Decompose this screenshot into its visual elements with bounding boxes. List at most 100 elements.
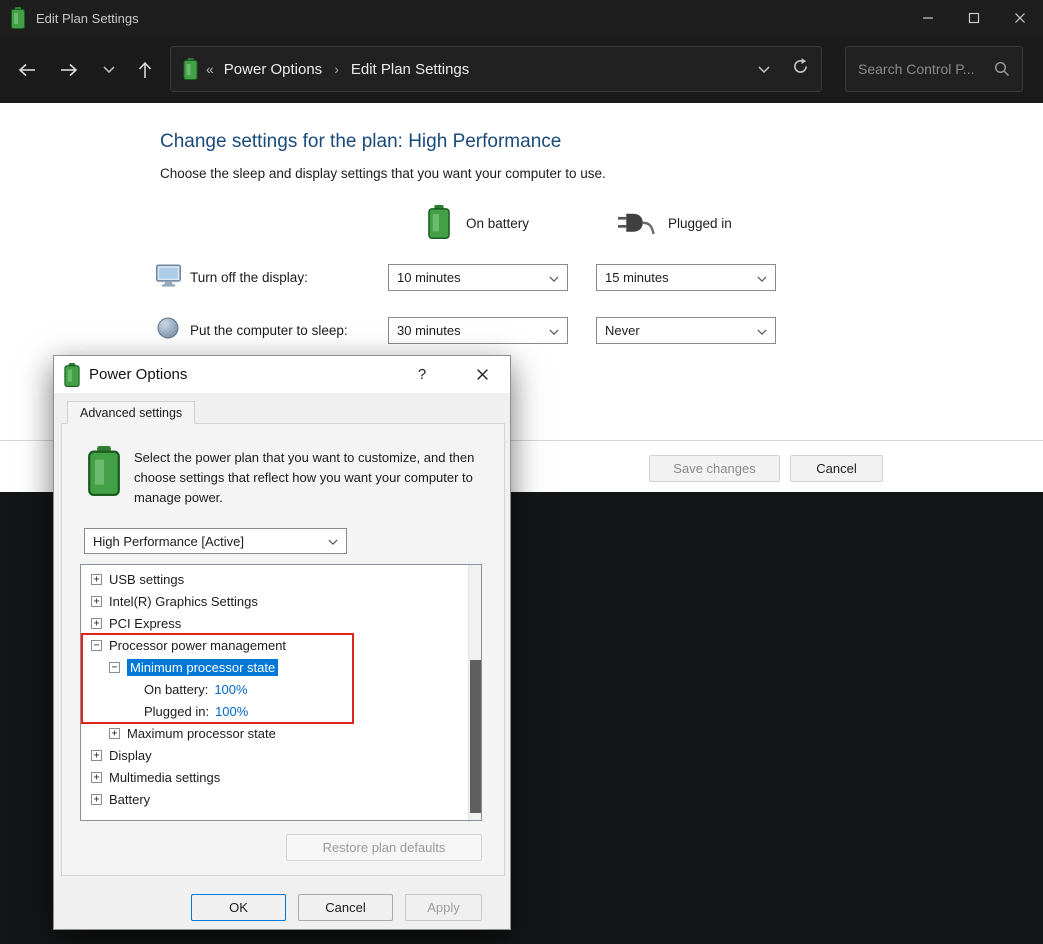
tree-item-label: USB settings — [109, 572, 184, 587]
page-subtitle: Choose the sleep and display settings th… — [160, 166, 606, 181]
setting-label-sleep: Put the computer to sleep: — [190, 323, 348, 338]
power-options-dialog: Power Options ? Advanced settings Select… — [53, 355, 511, 930]
address-dropdown-button[interactable] — [758, 60, 770, 78]
display-plugged-in-dropdown[interactable]: 15 minutes — [596, 264, 776, 291]
column-header-plugged-in: Plugged in — [668, 216, 732, 231]
collapse-icon[interactable]: − — [91, 640, 102, 651]
expand-icon[interactable]: + — [91, 772, 102, 783]
up-button[interactable] — [128, 53, 162, 87]
tree-item-label: PCI Express — [109, 616, 181, 631]
plugged-in-icon — [616, 210, 656, 237]
setting-value-link[interactable]: 100% — [214, 682, 247, 697]
scrollbar-thumb[interactable] — [470, 660, 481, 813]
maximize-button[interactable] — [951, 0, 997, 36]
battery-icon — [183, 58, 198, 80]
search-input[interactable] — [858, 61, 994, 77]
address-bar[interactable]: « Power Options › Edit Plan Settings — [170, 46, 822, 92]
window-titlebar: Edit Plan Settings — [0, 0, 1043, 36]
close-icon — [476, 368, 489, 381]
chevron-down-icon — [758, 66, 770, 73]
page-title: Change settings for the plan: High Perfo… — [160, 131, 561, 153]
tree-item-label: Display — [109, 748, 152, 763]
expand-icon[interactable]: + — [91, 750, 102, 761]
search-icon — [994, 61, 1010, 77]
maximize-icon — [968, 12, 980, 24]
chevron-down-icon — [757, 269, 767, 287]
tree-item-battery[interactable]: + Battery — [81, 788, 481, 810]
tree-item-multimedia-settings[interactable]: + Multimedia settings — [81, 766, 481, 788]
power-plan-dropdown[interactable]: High Performance [Active] — [84, 528, 347, 554]
edit-plan-settings-window: Edit Plan Settings « Power Options › Edi… — [0, 0, 1043, 944]
recent-pages-button[interactable] — [92, 53, 126, 87]
setting-value-link[interactable]: 100% — [215, 704, 248, 719]
tree-item-processor-power-management[interactable]: − Processor power management — [81, 634, 481, 656]
display-on-battery-dropdown[interactable]: 10 minutes — [388, 264, 568, 291]
battery-icon-large — [82, 446, 126, 496]
dialog-close-button[interactable] — [462, 356, 502, 393]
breadcrumb-separator: › — [334, 61, 339, 77]
tree-item-label: On battery: — [144, 682, 208, 697]
battery-icon — [10, 7, 26, 29]
tree-item-label: Battery — [109, 792, 150, 807]
tree-item-intel-graphics[interactable]: + Intel(R) Graphics Settings — [81, 590, 481, 612]
breadcrumb-edit-plan-settings[interactable]: Edit Plan Settings — [351, 61, 469, 78]
minimize-icon — [922, 12, 934, 24]
tree-item-pci-express[interactable]: + PCI Express — [81, 612, 481, 634]
ok-button[interactable]: OK — [191, 894, 286, 921]
tree-item-display[interactable]: + Display — [81, 744, 481, 766]
tree-item-maximum-processor-state[interactable]: + Maximum processor state — [81, 722, 481, 744]
chevron-down-icon — [549, 322, 559, 340]
tree-item-minimum-processor-state[interactable]: − Minimum processor state — [81, 656, 481, 678]
dialog-title: Power Options — [89, 366, 187, 383]
cancel-button[interactable]: Cancel — [790, 455, 883, 482]
apply-button[interactable]: Apply — [405, 894, 482, 921]
breadcrumb-power-options[interactable]: Power Options — [224, 61, 322, 78]
dialog-cancel-button[interactable]: Cancel — [298, 894, 393, 921]
back-arrow-icon — [17, 63, 37, 77]
dropdown-value: Never — [605, 323, 757, 338]
breadcrumb-overflow[interactable]: « — [206, 61, 214, 77]
close-button[interactable] — [997, 0, 1043, 36]
forward-button[interactable] — [52, 53, 86, 87]
restore-plan-defaults-button[interactable]: Restore plan defaults — [286, 834, 482, 861]
tree-scrollbar[interactable] — [468, 565, 481, 820]
refresh-icon — [792, 58, 809, 75]
sleep-on-battery-dropdown[interactable]: 30 minutes — [388, 317, 568, 344]
expand-icon[interactable]: + — [91, 794, 102, 805]
on-battery-icon — [428, 205, 450, 239]
navigation-bar: « Power Options › Edit Plan Settings — [0, 36, 1043, 103]
tree-item-on-battery-setting[interactable]: On battery: 100% — [81, 678, 481, 700]
tree-item-label: Processor power management — [109, 638, 286, 653]
collapse-icon[interactable]: − — [109, 662, 120, 673]
tree-item-label: Intel(R) Graphics Settings — [109, 594, 258, 609]
expand-icon[interactable]: + — [91, 618, 102, 629]
sleep-plugged-in-dropdown[interactable]: Never — [596, 317, 776, 344]
sleep-icon — [157, 317, 179, 339]
minimize-button[interactable] — [905, 0, 951, 36]
chevron-down-icon — [328, 532, 338, 550]
tree-item-label: Multimedia settings — [109, 770, 220, 785]
tree-item-label-selected: Minimum processor state — [127, 659, 278, 676]
column-header-on-battery: On battery — [466, 216, 529, 231]
window-title: Edit Plan Settings — [36, 11, 139, 26]
expand-icon[interactable]: + — [91, 596, 102, 607]
save-changes-button[interactable]: Save changes — [649, 455, 780, 482]
battery-icon — [64, 363, 80, 387]
expand-icon[interactable]: + — [91, 574, 102, 585]
forward-arrow-icon — [59, 63, 79, 77]
dropdown-value: 10 minutes — [397, 270, 549, 285]
dialog-titlebar: Power Options ? — [54, 356, 510, 393]
refresh-button[interactable] — [792, 58, 809, 80]
dropdown-value: High Performance [Active] — [93, 534, 328, 549]
expand-icon[interactable]: + — [109, 728, 120, 739]
dialog-description: Select the power plan that you want to c… — [134, 448, 484, 508]
dropdown-value: 30 minutes — [397, 323, 549, 338]
back-button[interactable] — [10, 53, 44, 87]
tab-advanced-settings[interactable]: Advanced settings — [67, 401, 195, 424]
settings-tree: + USB settings + Intel(R) Graphics Setti… — [80, 564, 482, 821]
tree-item-usb-settings[interactable]: + USB settings — [81, 568, 481, 590]
close-icon — [1014, 12, 1026, 24]
setting-label-display: Turn off the display: — [190, 270, 308, 285]
tree-item-plugged-in-setting[interactable]: Plugged in: 100% — [81, 700, 481, 722]
help-button[interactable]: ? — [402, 356, 442, 393]
